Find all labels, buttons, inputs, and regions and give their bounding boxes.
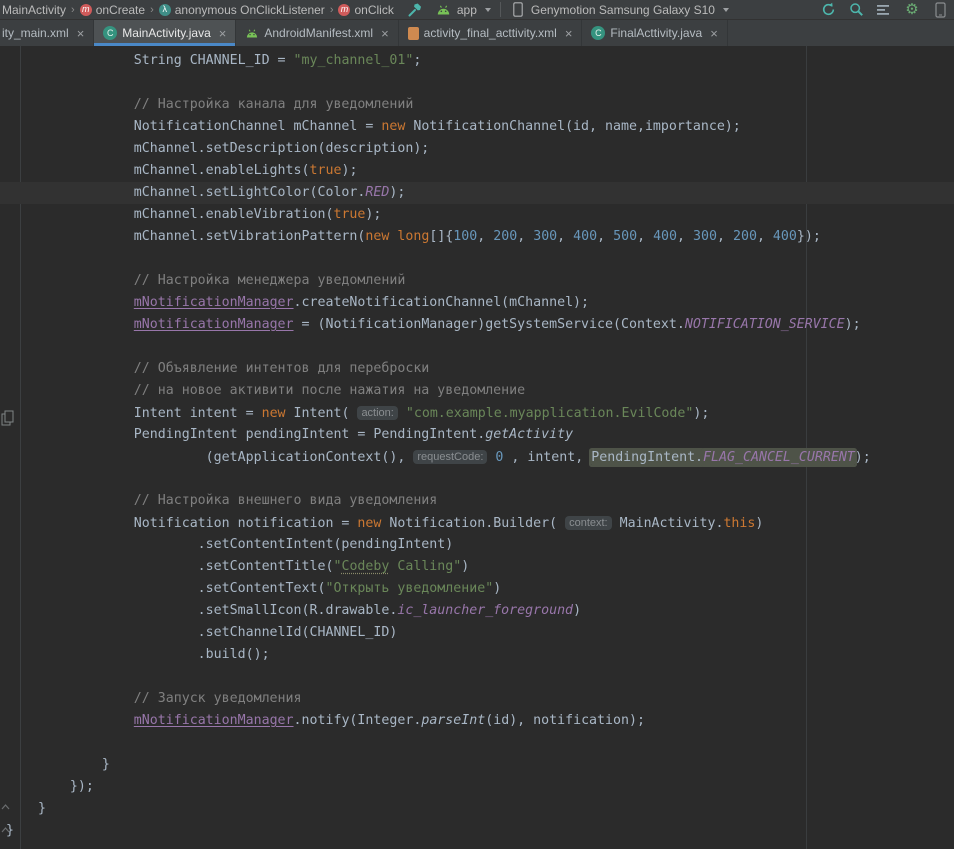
top-toolbar: MainActivity›monCreate›λanonymous OnClic… bbox=[0, 0, 954, 20]
code-line bbox=[0, 732, 954, 754]
method-icon: m bbox=[338, 4, 350, 16]
anonymous-class-icon: λ bbox=[159, 4, 171, 16]
code-line: } bbox=[0, 820, 954, 842]
tab-label: FinalActtivity.java bbox=[610, 26, 702, 40]
code-line: mNotificationManager = (NotificationMana… bbox=[0, 314, 954, 336]
breadcrumb-item[interactable]: λ anonymous OnClickListener bbox=[157, 3, 327, 17]
profiler-icon[interactable] bbox=[876, 2, 892, 18]
code-line: (getApplicationContext(), requestCode: 0… bbox=[0, 446, 954, 468]
android-icon bbox=[436, 2, 452, 18]
code-line: Notification notification = new Notifica… bbox=[0, 512, 954, 534]
code-line: } bbox=[0, 798, 954, 820]
editor-tab[interactable]: AndroidManifest.xml × bbox=[236, 20, 398, 46]
code-line: .setContentTitle("Codeby Calling") bbox=[0, 556, 954, 578]
code-line bbox=[0, 666, 954, 688]
fold-marker-icon[interactable] bbox=[1, 827, 10, 833]
tab-close-icon[interactable]: × bbox=[710, 27, 718, 40]
java-class-icon: C bbox=[591, 26, 605, 40]
breadcrumb-separator: › bbox=[68, 4, 78, 16]
code-line: mNotificationManager.createNotificationC… bbox=[0, 292, 954, 314]
run-config-selector[interactable]: app bbox=[436, 2, 491, 18]
fold-marker-icon[interactable] bbox=[1, 804, 10, 810]
code-area: String CHANNEL_ID = "my_channel_01"; // … bbox=[0, 46, 954, 842]
code-line: mNotificationManager.notify(Integer.pars… bbox=[0, 710, 954, 732]
code-line: mChannel.enableVibration(true); bbox=[0, 204, 954, 226]
build-hammer-button[interactable] bbox=[408, 2, 424, 18]
method-icon: m bbox=[80, 4, 92, 16]
tab-label: ity_main.xml bbox=[2, 26, 69, 40]
settings-gear-icon[interactable]: ⚙ bbox=[904, 2, 920, 18]
tab-close-icon[interactable]: × bbox=[219, 27, 227, 40]
code-line: // Настройка канала для уведомлений bbox=[0, 94, 954, 116]
code-line: String CHANNEL_ID = "my_channel_01"; bbox=[0, 50, 954, 72]
code-line: // Запуск уведомления bbox=[0, 688, 954, 710]
code-line: Intent intent = new Intent( action: "com… bbox=[0, 402, 954, 424]
code-line bbox=[0, 248, 954, 270]
code-line bbox=[0, 336, 954, 358]
breadcrumb-item[interactable]: m onCreate bbox=[78, 3, 147, 17]
device-phone-icon bbox=[510, 2, 526, 18]
breadcrumb-bar: MainActivity›monCreate›λanonymous OnClic… bbox=[0, 3, 396, 17]
sync-icon[interactable] bbox=[820, 2, 836, 18]
toolbar-right-icons: ⚙ bbox=[820, 2, 948, 18]
code-line: mChannel.setVibrationPattern(new long[]{… bbox=[0, 226, 954, 248]
breadcrumb-item[interactable]: m onClick bbox=[336, 3, 395, 17]
code-line: .setChannelId(CHANNEL_ID) bbox=[0, 622, 954, 644]
tab-close-icon[interactable]: × bbox=[381, 27, 389, 40]
breadcrumb-label: onCreate bbox=[96, 3, 145, 17]
breadcrumb-item[interactable]: MainActivity bbox=[0, 3, 68, 17]
code-line: // Настройка внешнего вида уведомления bbox=[0, 490, 954, 512]
device-selector-label: Genymotion Samsung Galaxy S10 bbox=[531, 3, 715, 17]
device-manager-icon[interactable] bbox=[932, 2, 948, 18]
code-line: } bbox=[0, 754, 954, 776]
build-hammer-icon bbox=[408, 2, 424, 18]
tab-label: AndroidManifest.xml bbox=[264, 26, 373, 40]
code-line: }); bbox=[0, 776, 954, 798]
tab-bar: ity_main.xml×CMainActivity.java×AndroidM… bbox=[0, 20, 954, 46]
tab-label: MainActivity.java bbox=[122, 26, 210, 40]
editor-tab[interactable]: ity_main.xml × bbox=[0, 20, 94, 46]
chevron-down-icon bbox=[723, 8, 729, 12]
breadcrumb-label: MainActivity bbox=[2, 3, 66, 17]
code-line: mChannel.enableLights(true); bbox=[0, 160, 954, 182]
code-line: .build(); bbox=[0, 644, 954, 666]
code-line: // Объявление интентов для переброски bbox=[0, 358, 954, 380]
java-class-icon: C bbox=[103, 26, 117, 40]
editor-tab[interactable]: C FinalActtivity.java × bbox=[582, 20, 727, 46]
code-line: .setContentIntent(pendingIntent) bbox=[0, 534, 954, 556]
code-line: .setSmallIcon(R.drawable.ic_launcher_for… bbox=[0, 600, 954, 622]
tab-label: activity_final_acttivity.xml bbox=[424, 26, 557, 40]
code-line: mChannel.setLightColor(Color.RED); bbox=[0, 182, 954, 204]
code-line: NotificationChannel mChannel = new Notif… bbox=[0, 116, 954, 138]
breadcrumb-label: anonymous OnClickListener bbox=[175, 3, 325, 17]
breadcrumb-label: onClick bbox=[354, 3, 393, 17]
code-line bbox=[0, 72, 954, 94]
chevron-down-icon bbox=[485, 8, 491, 12]
code-line: PendingIntent pendingIntent = PendingInt… bbox=[0, 424, 954, 446]
layout-file-icon bbox=[408, 27, 419, 40]
editor-tab[interactable]: C MainActivity.java × bbox=[94, 20, 236, 46]
editor-tab[interactable]: activity_final_acttivity.xml × bbox=[399, 20, 583, 46]
android-icon bbox=[245, 29, 259, 38]
attach-debugger-icon[interactable] bbox=[848, 2, 864, 18]
breadcrumb-separator: › bbox=[327, 4, 337, 16]
code-line: // Настройка менеджера уведомлений bbox=[0, 270, 954, 292]
code-line: mChannel.setDescription(description); bbox=[0, 138, 954, 160]
code-line: // на новое активити после нажатия на ув… bbox=[0, 380, 954, 402]
toolbar-separator bbox=[500, 2, 501, 17]
run-config-label: app bbox=[457, 3, 477, 17]
code-line bbox=[0, 468, 954, 490]
breadcrumb-separator: › bbox=[147, 4, 157, 16]
device-selector[interactable]: Genymotion Samsung Galaxy S10 bbox=[510, 2, 729, 18]
editor[interactable]: String CHANNEL_ID = "my_channel_01"; // … bbox=[0, 46, 954, 849]
tab-close-icon[interactable]: × bbox=[565, 27, 573, 40]
clipboard-icon[interactable] bbox=[1, 410, 14, 426]
tab-close-icon[interactable]: × bbox=[77, 27, 85, 40]
code-line: .setContentText("Открыть уведомление") bbox=[0, 578, 954, 600]
